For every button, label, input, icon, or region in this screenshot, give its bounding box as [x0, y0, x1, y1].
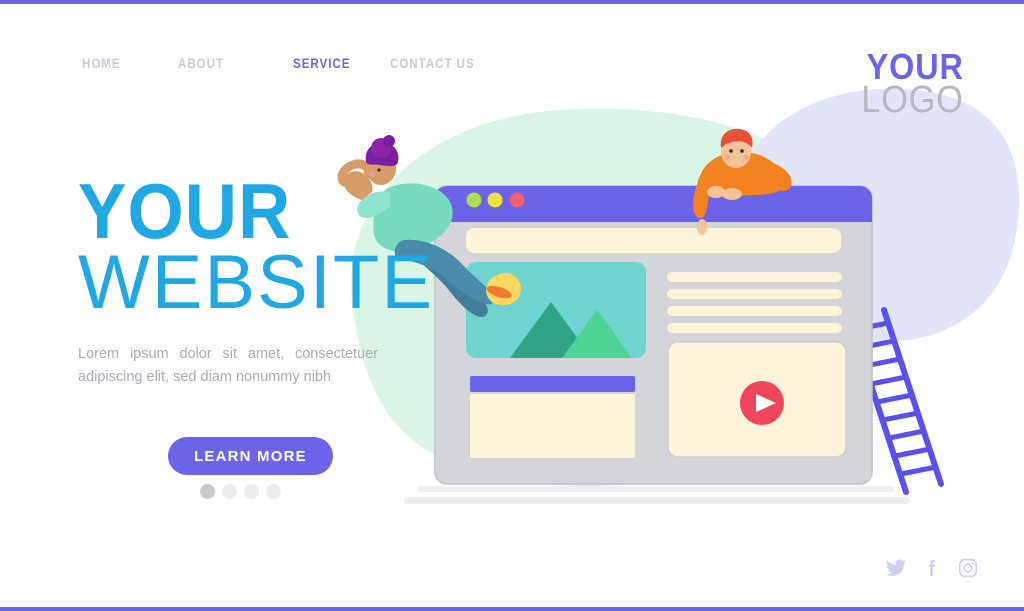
browser-banner-block — [466, 228, 841, 253]
nav-item-home[interactable]: HOME — [82, 56, 165, 71]
carousel-dot-3[interactable] — [244, 484, 259, 499]
landing-page: HOME ABOUT SERVICE CONTACT US YOUR LOGO … — [0, 0, 1024, 611]
social-links — [885, 557, 979, 579]
text-line-3 — [667, 306, 842, 316]
logo-line-2: LOGO — [861, 79, 964, 122]
instagram-icon[interactable] — [957, 557, 979, 579]
hero-heading-line-1: YOUR — [78, 167, 292, 255]
carousel-dot-2[interactable] — [222, 484, 237, 499]
hero-heading-line-2: WEBSITE — [78, 239, 435, 325]
ground-line-2 — [404, 497, 910, 504]
text-line-4 — [667, 323, 842, 333]
top-accent-rule — [0, 0, 1024, 4]
form-card-header — [470, 376, 635, 392]
browser-mockup — [434, 185, 873, 485]
carousel-dots — [200, 484, 281, 499]
form-card-body — [470, 394, 635, 458]
nav-item-about[interactable]: ABOUT — [178, 56, 277, 71]
facebook-icon[interactable] — [921, 557, 943, 579]
window-dot-yellow[interactable] — [487, 192, 503, 208]
text-line-2 — [667, 289, 842, 299]
text-line-1 — [667, 272, 842, 282]
ground-line-1 — [417, 486, 895, 492]
window-dot-green[interactable] — [466, 192, 482, 208]
site-logo[interactable]: YOUR LOGO — [850, 48, 964, 122]
twitter-icon[interactable] — [885, 557, 907, 579]
window-dot-red[interactable] — [509, 192, 525, 208]
carousel-dot-4[interactable] — [266, 484, 281, 499]
hero-copy: YOUR WEBSITE Lorem ipsum dolor sit amet,… — [78, 167, 435, 388]
learn-more-button[interactable]: LEARN MORE — [168, 437, 333, 475]
site-header: HOME ABOUT SERVICE CONTACT US YOUR LOGO — [0, 0, 1024, 150]
nav-item-service[interactable]: SERVICE — [293, 56, 376, 71]
carousel-dot-1[interactable] — [200, 484, 215, 499]
nav-item-contact-us[interactable]: CONTACT US — [390, 56, 475, 71]
main-nav: HOME ABOUT SERVICE CONTACT US — [82, 56, 489, 71]
bottom-accent-rule — [0, 607, 1024, 611]
hero-paragraph: Lorem ipsum dolor sit amet, consectetuer… — [78, 346, 378, 385]
